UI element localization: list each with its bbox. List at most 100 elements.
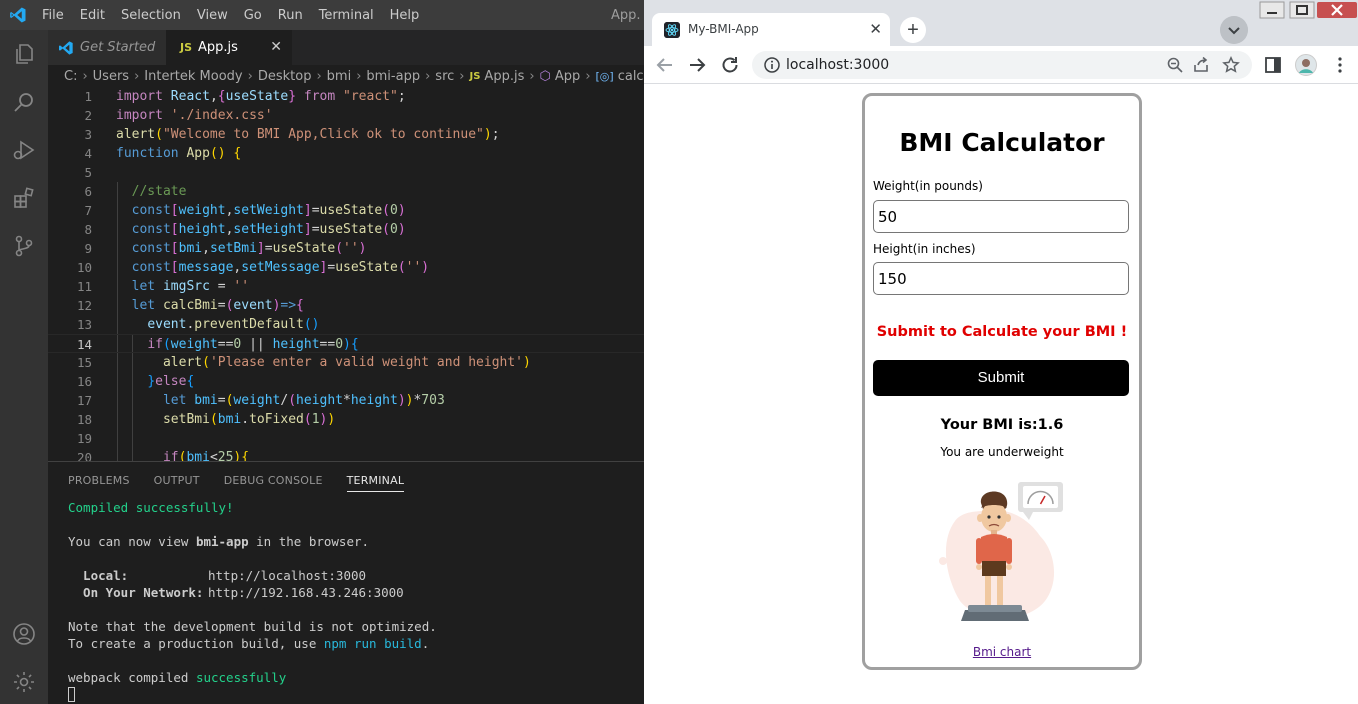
menu-item-view[interactable]: View	[197, 8, 228, 23]
code-line: 17 let bmi=(weight/(height*height))*703	[76, 393, 445, 408]
panel-tabs: PROBLEMS OUTPUT DEBUG CONSOLE TERMINAL	[68, 474, 428, 492]
code-line: 8 const[height,setHeight]=useState(0)	[84, 222, 406, 237]
breadcrumb-item[interactable]: calcBmi	[618, 69, 644, 84]
site-info-icon[interactable]	[764, 57, 780, 73]
terminal-line: To create a production build, use npm ru…	[68, 636, 430, 651]
share-icon[interactable]	[1192, 56, 1210, 74]
bookmark-star-icon[interactable]	[1222, 56, 1240, 74]
terminal-line: You can now view bmi-app in the browser.	[68, 534, 370, 549]
chrome-tab-bar: My-BMI-App ✕ +	[644, 0, 1358, 46]
editor-tabs: Get Started JS App.js ✕	[48, 30, 644, 65]
code-line: 6 //state	[84, 184, 187, 199]
submit-prompt-text: Submit to Calculate your BMI !	[876, 324, 1128, 340]
bmi-chart-link[interactable]: Bmi chart	[865, 645, 1139, 659]
underweight-boy-illustration	[939, 482, 1063, 621]
browser-tab[interactable]: My-BMI-App ✕	[652, 13, 890, 46]
code-line: 19	[76, 431, 92, 446]
breadcrumb-item[interactable]: App.js	[484, 69, 524, 84]
tab-search-chevron-icon[interactable]	[1220, 16, 1248, 44]
url-text: localhost:3000	[786, 57, 890, 73]
vscode-logo-icon	[59, 40, 73, 55]
vscode-titlebar: File Edit Selection View Go Run Terminal…	[0, 0, 644, 30]
page-viewport: BMI Calculator Weight(in pounds) Height(…	[644, 84, 1358, 704]
code-line: 5	[84, 165, 92, 180]
tab-output[interactable]: OUTPUT	[154, 474, 200, 492]
terminal-line: Compiled successfully!	[68, 500, 234, 515]
back-arrow-icon[interactable]	[654, 54, 676, 76]
terminal-line: Local:	[68, 568, 129, 583]
close-window-icon[interactable]	[1316, 0, 1358, 22]
profile-avatar[interactable]	[1295, 54, 1317, 76]
code-line: 4 function App() {	[84, 146, 242, 161]
code-line: 20 if(bmi<25){	[76, 450, 250, 461]
code-line: 10 const[message,setMessage]=useState(''…	[76, 260, 430, 275]
breadcrumb-item[interactable]: Intertek Moody	[144, 69, 242, 84]
zoom-icon[interactable]	[1166, 56, 1184, 74]
component-cube-icon: ⬡	[539, 68, 551, 84]
minimize-icon[interactable]	[1256, 0, 1288, 22]
code-editor[interactable]: 1 import React,{useState} from "react"; 2…	[48, 87, 644, 461]
bmi-card: BMI Calculator Weight(in pounds) Height(…	[862, 93, 1142, 670]
account-icon[interactable]	[12, 622, 36, 646]
code-line: 9 const[bmi,setBmi]=useState('')	[84, 241, 367, 256]
source-control-icon[interactable]	[12, 234, 36, 258]
terminal-line: On Your Network:	[68, 585, 204, 600]
breadcrumb: C: › Users › Intertek Moody › Desktop › bmi ›…	[48, 65, 644, 87]
extensions-icon[interactable]	[12, 186, 36, 210]
tab-debug-console[interactable]: DEBUG CONSOLE	[224, 474, 323, 492]
address-bar[interactable]: localhost:3000	[752, 51, 1252, 79]
menu-item-help[interactable]: Help	[390, 8, 420, 23]
terminal-url[interactable]: http://localhost:3000	[208, 568, 366, 583]
breadcrumb-item[interactable]: C:	[64, 69, 77, 84]
code-line: 16 }else{	[76, 374, 195, 389]
code-line: 13 event.preventDefault()	[76, 317, 320, 332]
run-debug-icon[interactable]	[12, 138, 36, 162]
chrome-toolbar: localhost:3000	[644, 46, 1358, 84]
menu-kebab-icon[interactable]	[1330, 55, 1350, 75]
close-tab-icon[interactable]: ✕	[869, 20, 882, 38]
breadcrumb-item[interactable]: bmi	[327, 69, 352, 84]
breadcrumb-item[interactable]: Desktop	[258, 69, 312, 84]
close-tab-icon[interactable]: ✕	[270, 39, 282, 55]
code-line: 15 alert('Please enter a valid weight an…	[76, 355, 531, 370]
variable-icon: [◎]	[595, 69, 614, 83]
vscode-window: File Edit Selection View Go Run Terminal…	[0, 0, 644, 704]
explorer-icon[interactable]	[12, 42, 36, 66]
maximize-icon[interactable]	[1288, 0, 1316, 22]
menu-item-selection[interactable]: Selection	[121, 8, 181, 23]
side-panel-icon[interactable]	[1263, 55, 1283, 75]
new-tab-plus-icon[interactable]: +	[900, 17, 926, 43]
settings-gear-icon[interactable]	[12, 670, 36, 694]
search-icon[interactable]	[12, 90, 36, 114]
tab-problems[interactable]: PROBLEMS	[68, 474, 130, 492]
height-label: Height(in inches)	[873, 242, 976, 256]
forward-arrow-icon[interactable]	[686, 54, 708, 76]
code-line-current: 14 if(weight==0 || height==0){	[48, 334, 644, 353]
code-line: 2 import './index.css'	[84, 108, 273, 123]
breadcrumb-item[interactable]: bmi-app	[366, 69, 420, 84]
menu-item-run[interactable]: Run	[278, 8, 303, 23]
page-title: BMI Calculator	[899, 128, 1105, 157]
tab-get-started[interactable]: Get Started	[48, 30, 166, 65]
code-line: 3 alert("Welcome to BMI App,Click ok to c…	[84, 127, 500, 142]
code-line: 7 const[weight,setWeight]=useState(0)	[84, 203, 406, 218]
menu-item-edit[interactable]: Edit	[80, 8, 105, 23]
breadcrumb-item[interactable]: src	[435, 69, 454, 84]
breadcrumb-item[interactable]: Users	[93, 69, 129, 84]
terminal-url[interactable]: http://192.168.43.246:3000	[208, 585, 404, 600]
menu-item-go[interactable]: Go	[244, 8, 262, 23]
menu-item-terminal[interactable]: Terminal	[319, 8, 374, 23]
reload-icon[interactable]	[719, 54, 741, 76]
terminal-cursor	[68, 687, 75, 702]
bmi-message: You are underweight	[940, 445, 1064, 459]
terminal-line: webpack compiled successfully	[68, 670, 287, 685]
chrome-window: My-BMI-App ✕ + localhost:3000 BMI Calcul…	[644, 0, 1358, 704]
tab-terminal[interactable]: TERMINAL	[346, 474, 405, 492]
height-input[interactable]	[873, 262, 1129, 295]
js-file-icon: JS	[469, 70, 481, 82]
tab-app-js[interactable]: JS App.js ✕	[166, 30, 292, 65]
weight-input[interactable]	[873, 200, 1129, 233]
menu-item-file[interactable]: File	[42, 8, 64, 23]
breadcrumb-item[interactable]: App	[555, 69, 580, 84]
submit-button[interactable]: Submit	[873, 360, 1129, 396]
